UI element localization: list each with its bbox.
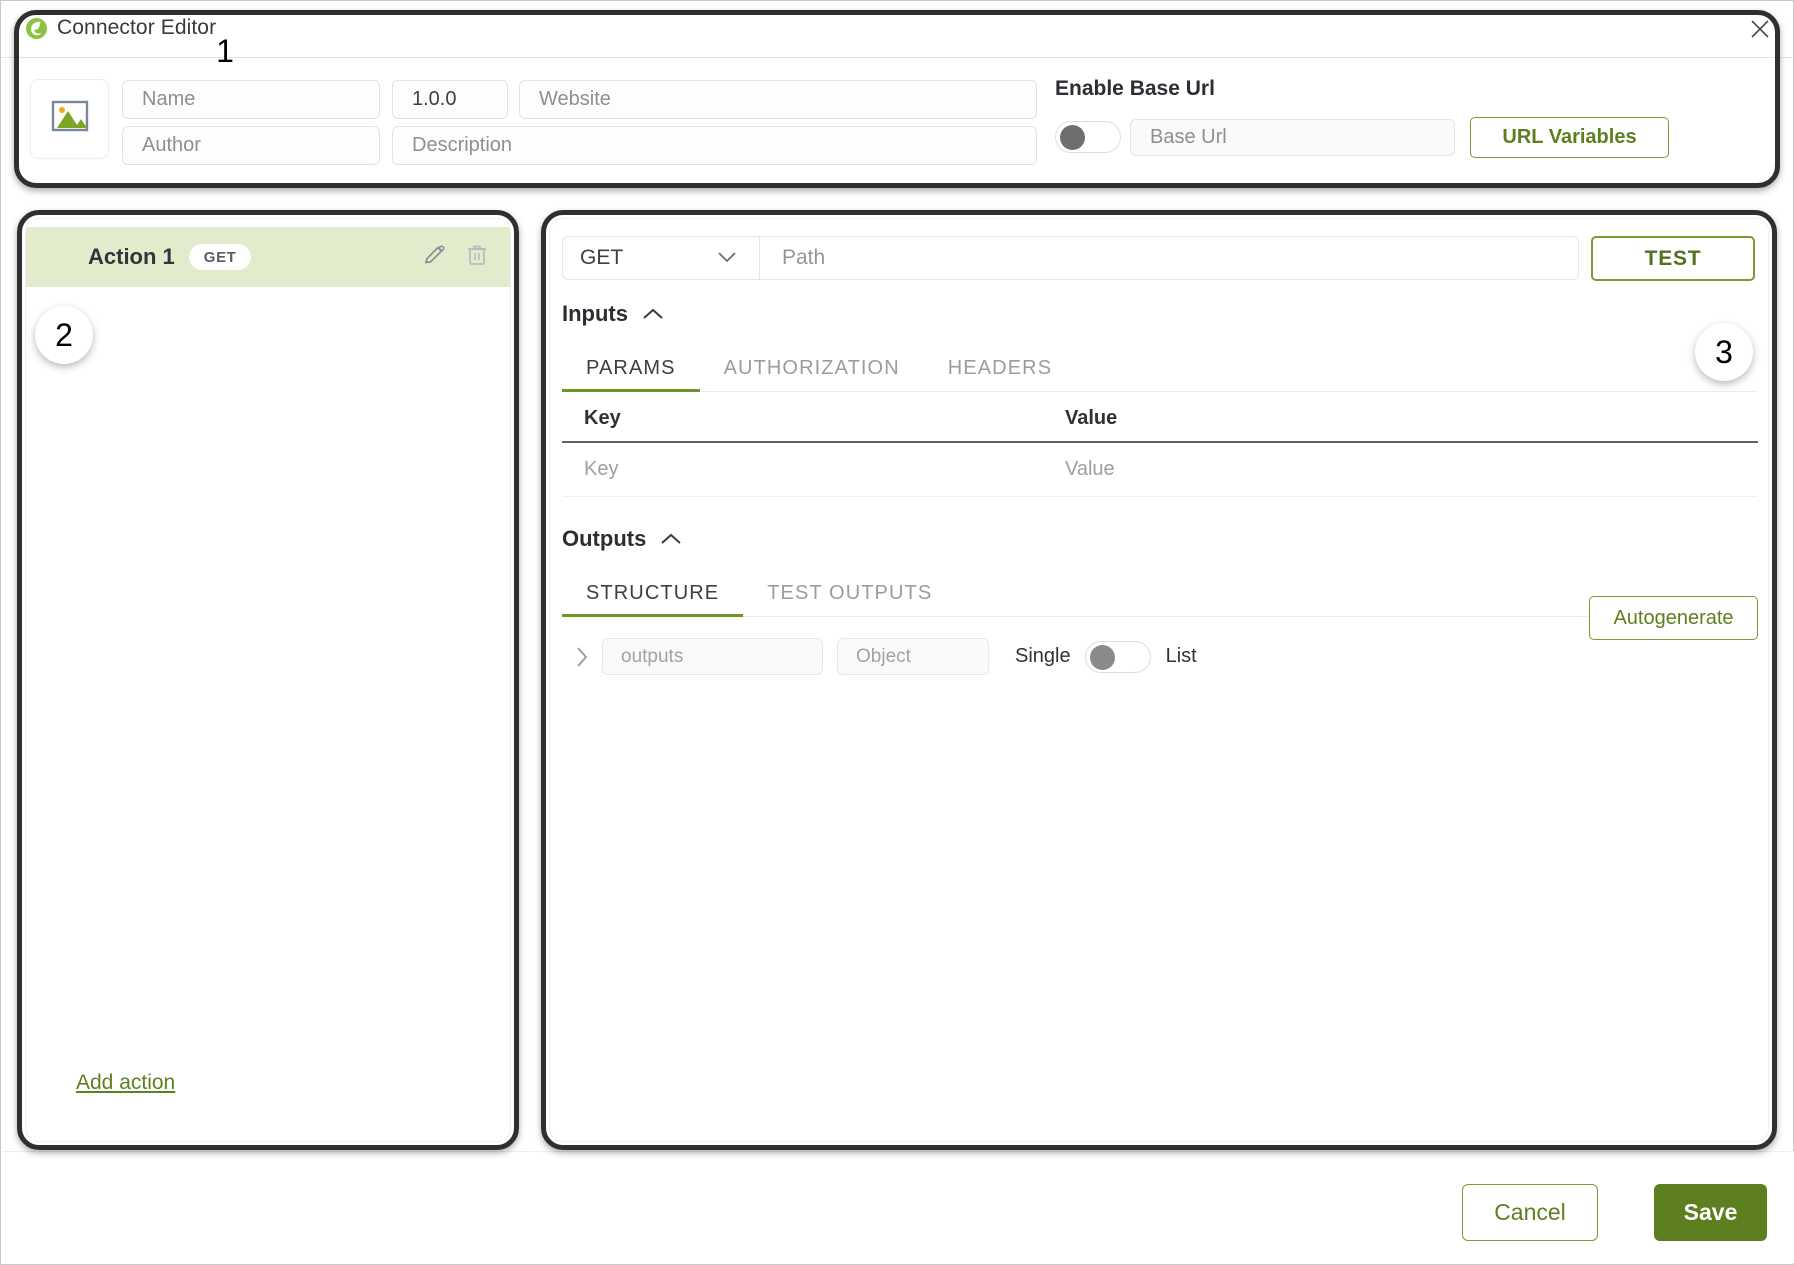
tab-params[interactable]: PARAMS [562,357,700,392]
action-name-label: Action 1 [88,244,175,269]
save-button[interactable]: Save [1654,1184,1767,1241]
param-value-input[interactable]: Value [1062,458,1758,481]
list-label: List [1165,645,1197,667]
connector-thumbnail-button[interactable] [30,79,109,159]
table-row[interactable]: Key Value [562,443,1758,497]
params-table-header: Key Value [562,395,1758,443]
inputs-title: Inputs [562,301,628,326]
add-action-link[interactable]: Add action [76,1071,175,1095]
params-table: Key Value Key Value [562,395,1758,497]
connector-metadata-section: Name Author 1.0.0 Website Description En… [27,59,1771,179]
output-type-input[interactable]: Object [837,638,989,675]
trash-icon[interactable] [466,243,488,272]
version-input[interactable]: 1.0.0 [392,80,508,119]
action-list-item[interactable]: Action 1 GET [26,227,510,287]
cancel-button[interactable]: Cancel [1462,1184,1598,1241]
close-icon[interactable] [1745,14,1775,44]
dialog-footer: Cancel Save [2,1151,1794,1263]
single-label: Single [1015,645,1071,667]
website-input[interactable]: Website [519,80,1037,119]
method-and-path-row: GET Path [562,236,1579,280]
window-title: Connector Editor [57,16,217,39]
window-titlebar: Connector Editor [1,1,1793,58]
enable-base-url-label: Enable Base Url [1055,77,1215,100]
param-key-input[interactable]: Key [562,458,1062,481]
inputs-tabbar: PARAMS AUTHORIZATION HEADERS [562,346,1758,392]
outputs-title: Outputs [562,526,647,551]
description-input[interactable]: Description [392,126,1037,165]
autogenerate-button[interactable]: Autogenerate [1589,596,1758,640]
author-input[interactable]: Author [122,126,380,165]
outputs-tabbar: STRUCTURE TEST OUTPUTS [562,571,1758,617]
tab-test-outputs[interactable]: TEST OUTPUTS [743,582,956,616]
output-name-input[interactable]: outputs [602,638,823,675]
url-variables-button[interactable]: URL Variables [1470,117,1669,158]
chevron-up-icon [659,526,683,552]
callout-badge-1: 1 [216,32,234,69]
image-placeholder-icon [49,96,91,143]
action-row-icons [422,243,488,272]
chevron-right-icon[interactable] [562,645,602,669]
request-editor-panel: GET Path TEST Inputs PARAMS AUTHORIZATIO… [549,218,1769,1142]
toggle-knob [1089,644,1115,670]
tab-authorization[interactable]: AUTHORIZATION [700,357,924,391]
tab-structure[interactable]: STRUCTURE [562,582,744,617]
actions-panel: Action 1 GET Add action [25,218,511,1142]
action-method-badge: GET [188,244,252,270]
leaf-logo-icon [25,17,48,40]
chevron-down-icon [717,246,737,270]
callout-badge-3: 3 [1695,323,1753,381]
outputs-section-header[interactable]: Outputs [562,526,683,552]
base-url-input[interactable]: Base Url [1130,119,1455,156]
connector-editor-window: Connector Editor Name Author 1.0.0 Websi… [0,0,1794,1265]
http-method-value: GET [580,246,624,269]
column-header-value: Value [1065,406,1118,429]
tab-headers[interactable]: HEADERS [924,357,1076,391]
inputs-section-header[interactable]: Inputs [562,301,665,327]
single-list-toggle[interactable] [1084,640,1151,673]
chevron-up-icon [641,301,665,327]
name-input[interactable]: Name [122,80,380,119]
path-input[interactable]: Path [760,237,1578,279]
callout-badge-2: 2 [35,306,93,364]
http-method-select[interactable]: GET [563,237,760,279]
output-structure-row: outputs Object Single List [562,638,1197,675]
pencil-icon[interactable] [422,243,446,272]
base-url-toggle[interactable] [1055,121,1121,153]
column-header-key: Key [584,406,621,429]
toggle-knob [1060,125,1085,150]
test-button[interactable]: TEST [1591,236,1755,281]
